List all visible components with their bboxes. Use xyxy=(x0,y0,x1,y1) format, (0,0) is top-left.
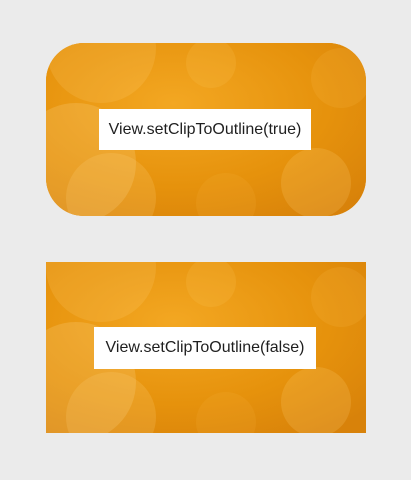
clip-true-label: View.setClipToOutline(true) xyxy=(99,109,311,150)
clipped-outline-card: View.setClipToOutline(true) xyxy=(46,43,366,216)
demo-screen: View.setClipToOutline(true) View.setClip… xyxy=(0,0,411,480)
clip-false-label: View.setClipToOutline(false) xyxy=(94,327,316,369)
unclipped-outline-card: View.setClipToOutline(false) xyxy=(46,262,366,433)
